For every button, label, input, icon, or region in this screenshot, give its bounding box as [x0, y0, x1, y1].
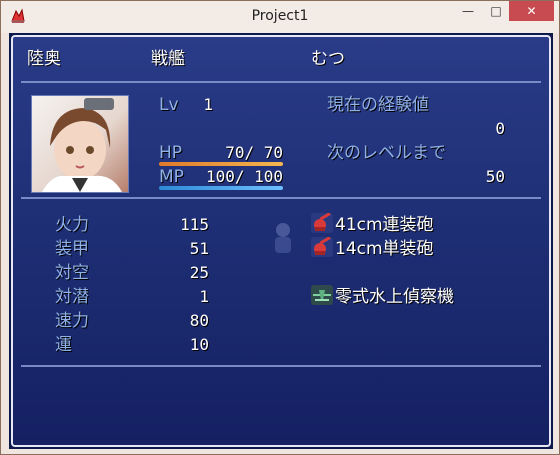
mp-label: MP [159, 167, 184, 187]
separator [21, 365, 541, 367]
param-label: 装甲 [55, 239, 89, 259]
separator [21, 81, 541, 83]
character-sprite [269, 221, 297, 255]
param-label: 火力 [55, 215, 89, 235]
exp-label: 現在の経験値 [327, 95, 429, 115]
exp-value: 0 [495, 119, 505, 138]
next-level-label: 次のレベルまで [327, 143, 446, 163]
hp-label: HP [159, 143, 183, 163]
level-value: 1 [203, 95, 213, 114]
next-level-value: 50 [485, 167, 505, 186]
mp-gauge [159, 186, 283, 190]
title-bar[interactable]: Project1 — □ ✕ [1, 1, 559, 33]
hp-value: 70/ 70 [225, 143, 283, 162]
param-value: 80 [189, 311, 209, 330]
separator [21, 197, 541, 199]
level-label: Lv [159, 95, 179, 115]
param-label: 対空 [55, 263, 89, 283]
param-label: 対潜 [55, 287, 89, 307]
param-value: 115 [180, 215, 209, 234]
param-label: 運 [55, 335, 72, 355]
equipment-item[interactable]: 14cm単装砲 [335, 239, 434, 259]
actor-class: 戦艦 [151, 49, 185, 69]
actor-nickname: むつ [311, 49, 345, 69]
equipment-item[interactable]: 41cm連装砲 [335, 215, 434, 235]
close-button[interactable]: ✕ [509, 1, 554, 21]
app-window: Project1 — □ ✕ 陸奥 戦艦 むつ Lv 1 HP 70/ 70 M… [0, 0, 560, 455]
red-gun-icon [311, 212, 333, 233]
param-value: 10 [189, 335, 209, 354]
minimize-button[interactable]: — [453, 1, 483, 21]
param-value: 25 [189, 263, 209, 282]
status-window: 陸奥 戦艦 むつ Lv 1 HP 70/ 70 MP 100/ 100 現在の経… [11, 35, 551, 447]
param-value: 51 [189, 239, 209, 258]
maximize-button[interactable]: □ [483, 1, 509, 21]
param-label: 速力 [55, 311, 89, 331]
seaplane-icon [311, 285, 333, 305]
param-value: 1 [199, 287, 209, 306]
actor-name: 陸奥 [27, 49, 61, 69]
red-gun-icon [311, 236, 333, 257]
mp-value: 100/ 100 [205, 167, 283, 186]
equipment-item[interactable]: 零式水上偵察機 [335, 287, 454, 307]
actor-portrait [31, 95, 129, 193]
game-screen: 陸奥 戦艦 むつ Lv 1 HP 70/ 70 MP 100/ 100 現在の経… [9, 33, 553, 449]
hp-gauge [159, 162, 283, 166]
